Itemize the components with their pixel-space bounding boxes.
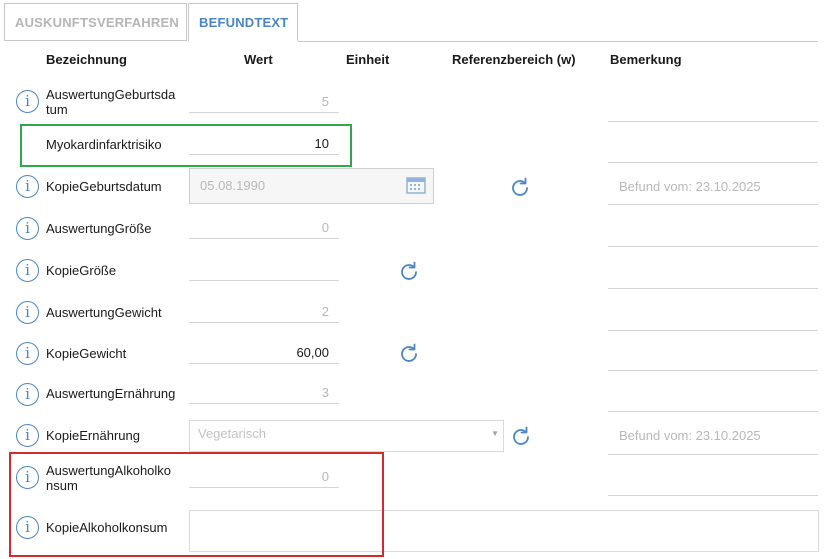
tab-auskunftsverfahren[interactable]: AUSKUNFTSVERFAHREN	[4, 3, 187, 41]
info-icon[interactable]: i	[16, 90, 39, 113]
tab-divider	[298, 41, 818, 42]
select-value: Vegetarisch	[198, 426, 266, 441]
refresh-icon[interactable]	[397, 260, 421, 284]
row-label-kopie-geburtsdatum: KopieGeburtsdatum	[46, 179, 162, 194]
info-icon[interactable]: i	[16, 175, 39, 198]
remark-text: Befund vom: 23.10.2025	[619, 179, 761, 194]
calendar-icon[interactable]	[406, 176, 426, 194]
column-header-bemerkung: Bemerkung	[610, 52, 682, 67]
value-field-kopie-gewicht[interactable]: 60,00	[189, 342, 339, 364]
remark-field[interactable]	[608, 411, 818, 412]
date-input-kopie-geburtsdatum[interactable]: 05.08.1990	[189, 168, 434, 204]
info-icon[interactable]: i	[16, 383, 39, 406]
value-field-auswertung-groesse[interactable]: 0	[189, 217, 339, 239]
highlight-box-green	[20, 124, 352, 167]
remark-field[interactable]	[608, 204, 818, 205]
value-field-kopie-groesse[interactable]	[189, 259, 339, 281]
column-header-einheit: Einheit	[346, 52, 390, 67]
refresh-icon[interactable]	[397, 342, 421, 366]
info-icon[interactable]: i	[16, 259, 39, 282]
select-kopie-ernaehrung[interactable]: Vegetarisch ▼	[189, 420, 504, 452]
date-value: 05.08.1990	[200, 178, 266, 193]
row-label-kopie-groesse: KopieGröße	[46, 263, 117, 278]
highlight-box-red	[9, 452, 384, 557]
row-label-auswertung-geburtsdatum: AuswertungGeburtsda tum	[46, 87, 188, 117]
remark-field[interactable]	[608, 246, 818, 247]
remark-field[interactable]	[608, 162, 818, 163]
info-icon[interactable]: i	[16, 217, 39, 240]
remark-field[interactable]	[608, 454, 818, 455]
remark-field[interactable]	[608, 495, 818, 496]
chevron-down-icon[interactable]: ▼	[491, 421, 499, 447]
row-label-auswertung-groesse: AuswertungGröße	[46, 221, 152, 236]
info-icon[interactable]: i	[16, 424, 39, 447]
value-field-auswertung-geburtsdatum[interactable]: 5	[189, 91, 339, 113]
row-label-auswertung-gewicht: AuswertungGewicht	[46, 305, 162, 320]
column-header-wert: Wert	[244, 52, 273, 67]
remark-field[interactable]	[608, 330, 818, 331]
column-header-referenzbereich: Referenzbereich (w)	[452, 52, 576, 67]
column-header-bezeichnung: Bezeichnung	[46, 52, 127, 67]
refresh-icon[interactable]	[509, 425, 533, 449]
label-line-1: AuswertungGeburtsda	[46, 87, 176, 102]
value-field-auswertung-gewicht[interactable]: 2	[189, 301, 339, 323]
label-line-2: tum	[46, 102, 68, 117]
remark-text: Befund vom: 23.10.2025	[619, 428, 761, 443]
remark-field[interactable]	[608, 370, 818, 371]
info-icon[interactable]: i	[16, 301, 39, 324]
tab-befundtext[interactable]: BEFUNDTEXT	[188, 3, 298, 41]
row-label-auswertung-ernaehrung: AuswertungErnährung	[46, 386, 176, 401]
refresh-icon[interactable]	[508, 176, 532, 200]
remark-field[interactable]	[608, 121, 818, 122]
info-icon[interactable]: i	[16, 342, 39, 365]
remark-field[interactable]	[608, 288, 818, 289]
value-field-auswertung-ernaehrung[interactable]: 3	[189, 382, 339, 404]
row-label-kopie-ernaehrung: KopieErnährung	[46, 428, 140, 443]
row-label-kopie-gewicht: KopieGewicht	[46, 346, 127, 361]
